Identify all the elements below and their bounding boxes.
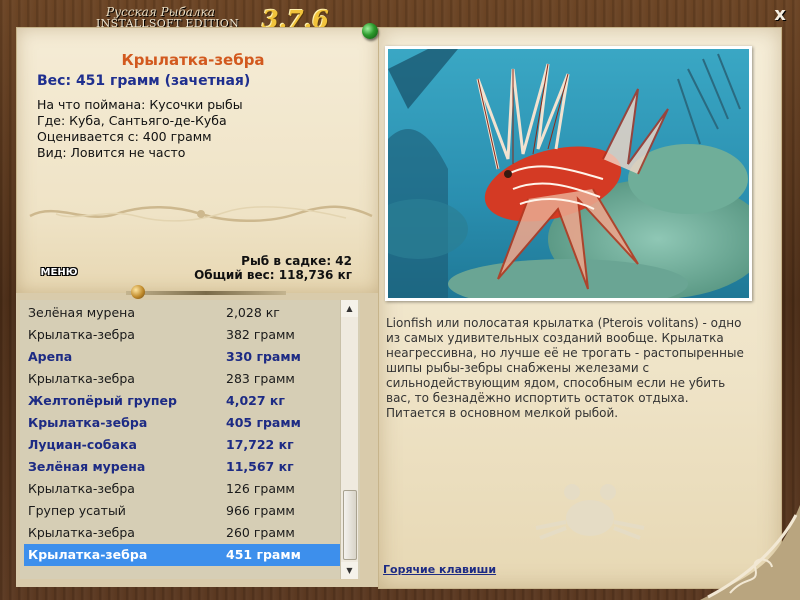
list-item-weight: 451 грамм — [226, 547, 301, 562]
list-item-name: Зелёная мурена — [28, 305, 135, 320]
fish-description: Lionfish или полосатая крылатка (Pterois… — [386, 316, 744, 420]
list-item-weight: 4,027 кг — [226, 393, 285, 408]
rated-from-info: Оценивается с: 400 грамм — [37, 129, 212, 144]
close-icon[interactable]: x — [772, 6, 788, 24]
list-item-name: Крылатка-зебра — [28, 547, 148, 562]
fish-title: Крылатка-зебра — [121, 51, 265, 69]
pin-icon — [362, 23, 378, 39]
list-item-name: Зелёная мурена — [28, 459, 146, 474]
list-item-name: Крылатка-зебра — [28, 415, 148, 430]
list-item-weight: 2,028 кг — [226, 305, 280, 320]
page-curl-ornament — [700, 505, 800, 600]
frequency-info: Вид: Ловится не часто — [37, 145, 186, 160]
list-item-name: Арепа — [28, 349, 73, 364]
list-item[interactable]: Крылатка-зебра 451 грамм — [24, 544, 342, 566]
bait-info: На что поймана: Кусочки рыбы — [37, 97, 243, 112]
location-info: Где: Куба, Сантьяго-де-Куба — [37, 113, 227, 128]
list-item-weight: 283 грамм — [226, 371, 295, 386]
list-item-name: Крылатка-зебра — [28, 371, 135, 386]
list-item-name: Крылатка-зебра — [28, 327, 135, 342]
catch-list[interactable]: Зелёная мурена 2,028 кг Крылатка-зебра 382 … — [20, 300, 360, 579]
list-item-name: Крылатка-зебра — [28, 525, 135, 540]
list-item[interactable]: Групер усатый 966 грамм — [24, 500, 342, 522]
list-item-weight: 260 грамм — [226, 525, 295, 540]
list-scrollbar[interactable]: ▲ ▼ — [340, 300, 358, 579]
list-item[interactable]: Крылатка-зебра 405 грамм — [24, 412, 342, 434]
list-item-name: Желтопёрый групер — [28, 393, 177, 408]
crab-icon — [535, 484, 645, 540]
list-item[interactable]: Луциан-собака 17,722 кг — [24, 434, 342, 456]
rod-knob-icon — [131, 285, 145, 299]
list-item[interactable]: Зелёная мурена 2,028 кг — [24, 302, 342, 324]
fishing-rod-divider — [126, 291, 286, 295]
scroll-ornament — [29, 205, 373, 222]
fish-count: Рыб в садке: 42 — [241, 254, 352, 268]
fish-photo — [388, 49, 749, 298]
list-item[interactable]: Желтопёрый групер 4,027 кг — [24, 390, 342, 412]
scroll-thumb[interactable] — [343, 490, 357, 560]
list-item-weight: 405 грамм — [226, 415, 301, 430]
scroll-down-icon[interactable]: ▼ — [341, 562, 358, 579]
catch-weight: Вес: 451 грамм (зачетная) — [37, 73, 251, 89]
hotkeys-link[interactable]: Горячие клавиши — [383, 563, 496, 576]
list-item-name: Групер усатый — [28, 503, 126, 518]
scroll-up-icon[interactable]: ▲ — [341, 300, 358, 317]
list-item-weight: 17,722 кг — [226, 437, 294, 452]
list-item-weight: 330 грамм — [226, 349, 301, 364]
list-item-weight: 966 грамм — [226, 503, 295, 518]
list-item[interactable]: Арепа 330 грамм — [24, 346, 342, 368]
list-item-weight: 11,567 кг — [226, 459, 294, 474]
list-item-weight: 382 грамм — [226, 327, 295, 342]
list-item-name: Крылатка-зебра — [28, 481, 135, 496]
total-weight: Общий вес: 118,736 кг — [194, 268, 352, 282]
list-item[interactable]: Крылатка-зебра 283 грамм — [24, 368, 342, 390]
list-item[interactable]: Зелёная мурена 11,567 кг — [24, 456, 342, 478]
list-item[interactable]: Крылатка-зебра 260 грамм — [24, 522, 342, 544]
list-item[interactable]: Крылатка-зебра 382 грамм — [24, 324, 342, 346]
list-item[interactable]: Крылатка-зебра 126 грамм — [24, 478, 342, 500]
list-item-weight: 126 грамм — [226, 481, 295, 496]
list-item-name: Луциан-собака — [28, 437, 137, 452]
menu-button[interactable]: МЕНЮ — [37, 266, 81, 280]
